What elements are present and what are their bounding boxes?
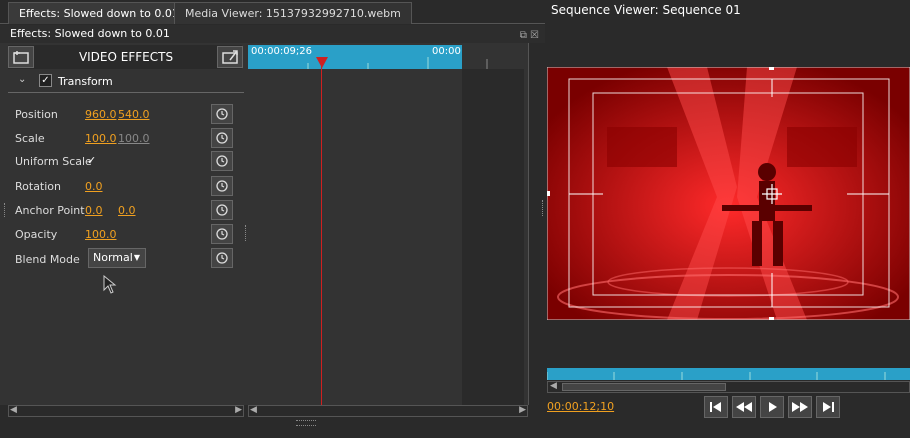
timeline-out-region [462, 69, 524, 405]
sequence-ruler[interactable] [546, 368, 910, 380]
keyframe-clock-icon[interactable] [211, 104, 233, 124]
scroll-right-icon[interactable]: ▶ [235, 405, 242, 415]
right-splitter[interactable] [542, 200, 545, 216]
playhead-marker-icon[interactable] [315, 57, 329, 69]
rewind-icon [736, 402, 752, 412]
keyframe-clock-icon[interactable] [211, 176, 233, 196]
go-to-start-button[interactable] [704, 396, 728, 418]
left-splitter[interactable] [4, 203, 7, 217]
tab-effects[interactable]: Effects: Slowed down to 0.01 [8, 2, 190, 24]
keyframe-clock-icon[interactable] [211, 224, 233, 244]
scale-label: Scale [15, 132, 45, 145]
keyframe-clock-icon[interactable] [211, 248, 233, 268]
effects-title: VIDEO EFFECTS [78, 50, 174, 64]
skip-start-icon [710, 402, 721, 412]
panel-title: Effects: Slowed down to 0.01 ⧉ ☒ [0, 25, 545, 43]
scroll-left-icon[interactable]: ◀ [10, 405, 17, 415]
param-anchor-point: Anchor Point 0.0 0.0 [8, 200, 244, 222]
param-uniform-scale: Uniform Scale ✓ [8, 151, 244, 173]
chevron-down-icon[interactable]: ⌄ [18, 74, 26, 85]
position-label: Position [15, 108, 58, 121]
blend-mode-label: Blend Mode [15, 253, 80, 266]
scroll-left-icon[interactable]: ◀ [250, 405, 257, 415]
uniform-scale-check[interactable]: ✓ [87, 154, 96, 167]
fast-forward-icon [792, 402, 808, 412]
timeline-vscroll[interactable] [528, 43, 536, 405]
sequence-hscroll[interactable]: ◀ [547, 381, 910, 393]
keyframe-clock-icon[interactable] [211, 200, 233, 220]
splitter-handle[interactable] [296, 420, 316, 426]
tab-media-viewer[interactable]: Media Viewer: 15137932992710.webm [174, 2, 412, 24]
mid-splitter[interactable] [245, 225, 248, 241]
param-blend-mode: Blend Mode Normal ▼ [8, 248, 244, 270]
scroll-right-icon[interactable]: ▶ [519, 405, 526, 415]
uniform-scale-label: Uniform Scale [15, 155, 92, 168]
skip-end-icon [823, 402, 834, 412]
sequence-viewer-title: Sequence Viewer: Sequence 01 [551, 3, 741, 17]
sequence-timecode[interactable]: 00:00:12;10 [547, 400, 614, 413]
transform-group[interactable]: ⌄ ✓ Transform [8, 71, 244, 93]
anchor-y[interactable]: 0.0 [118, 204, 136, 217]
timeline-hscroll[interactable]: ◀ ▶ [248, 405, 528, 417]
panel-title-text: Effects: Slowed down to 0.01 [10, 27, 170, 40]
rewind-button[interactable] [732, 396, 756, 418]
film-in-icon [13, 51, 29, 64]
scroll-thumb[interactable] [562, 383, 726, 391]
param-scale: Scale 100.0 100.0 [8, 128, 244, 150]
param-position: Position 960.0 540.0 [8, 104, 244, 126]
dropdown-arrow-icon: ▼ [133, 253, 140, 262]
effects-header: VIDEO EFFECTS [8, 45, 243, 69]
position-x[interactable]: 960.0 [85, 108, 117, 121]
effects-hscroll[interactable]: ◀ ▶ [8, 405, 244, 417]
film-out-icon [222, 50, 238, 64]
effect-icon-right[interactable] [217, 46, 243, 68]
scale-y: 100.0 [118, 132, 150, 145]
blend-mode-select[interactable]: Normal ▼ [88, 248, 146, 268]
go-to-end-button[interactable] [816, 396, 840, 418]
scale-x[interactable]: 100.0 [85, 132, 117, 145]
effect-icon-left[interactable] [8, 46, 34, 68]
keyframe-timeline[interactable]: 00:00:09;26 00:00:15;26 [246, 43, 536, 405]
rotation-label: Rotation [15, 180, 62, 193]
blend-mode-value: Normal [93, 251, 133, 264]
play-icon [769, 402, 777, 412]
fast-forward-button[interactable] [788, 396, 812, 418]
video-canvas[interactable] [547, 67, 910, 320]
effects-pane: VIDEO EFFECTS ⌄ ✓ Transform Position 960… [0, 43, 246, 405]
playhead-line [321, 59, 322, 405]
keyframe-clock-icon[interactable] [211, 151, 233, 171]
param-rotation: Rotation 0.0 [8, 176, 244, 198]
timeline-ruler[interactable]: 00:00:09;26 00:00:15;26 [248, 45, 493, 69]
anchor-point-label: Anchor Point [15, 204, 85, 217]
keyframe-clock-icon[interactable] [211, 128, 233, 148]
transform-checkbox[interactable]: ✓ [39, 74, 52, 87]
transform-label: Transform [58, 75, 113, 88]
sequence-ruler-ticks [546, 372, 886, 380]
play-button[interactable] [760, 396, 784, 418]
opacity-value[interactable]: 100.0 [85, 228, 117, 241]
mouse-cursor-icon [103, 275, 117, 294]
param-opacity: Opacity 100.0 [8, 224, 244, 246]
scroll-left-icon[interactable]: ◀ [550, 381, 557, 391]
ruler-ticks [307, 57, 429, 69]
timeline-ruler-out [462, 45, 524, 69]
rotation-value[interactable]: 0.0 [85, 180, 103, 193]
video-frame [547, 67, 910, 320]
position-y[interactable]: 540.0 [118, 108, 150, 121]
ruler-tick-out [486, 59, 488, 69]
opacity-label: Opacity [15, 228, 58, 241]
tc-start: 00:00:09;26 [251, 46, 313, 57]
anchor-x[interactable]: 0.0 [85, 204, 103, 217]
tab-bar: Effects: Slowed down to 0.01 Media Viewe… [0, 0, 545, 24]
